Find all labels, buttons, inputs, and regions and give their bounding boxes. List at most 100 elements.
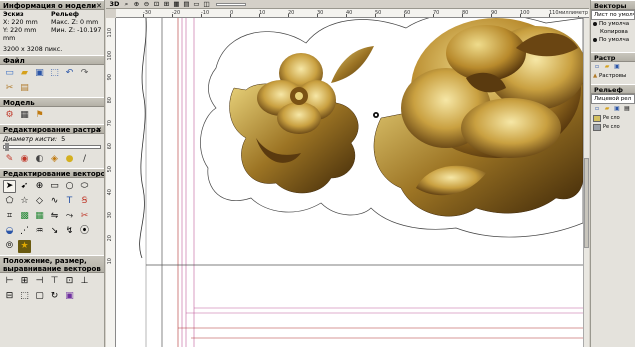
- polyline-icon[interactable]: ◇: [33, 195, 46, 208]
- raster-edit-header[interactable]: Редактирование растра ✕: [0, 124, 104, 134]
- line-icon[interactable]: /: [78, 153, 91, 166]
- ellipse-icon[interactable]: ⬭: [78, 180, 91, 193]
- new-relief-icon[interactable]: ▫: [593, 105, 601, 113]
- offset-icon[interactable]: ▦: [33, 210, 46, 223]
- distribute-icon[interactable]: ⊟: [3, 290, 16, 303]
- group-icon[interactable]: ⬚: [18, 290, 31, 303]
- drawing-canvas[interactable]: [116, 18, 583, 347]
- open-layer-icon[interactable]: ▰: [603, 63, 611, 71]
- model-info-header[interactable]: Информация о модели ✕: [0, 0, 104, 10]
- file-header[interactable]: Файл: [0, 55, 104, 65]
- view-3d-button[interactable]: 3D: [108, 0, 121, 8]
- vector-layer-item[interactable]: По умолча: [591, 36, 635, 44]
- paste-icon[interactable]: ▤: [18, 82, 31, 95]
- brush-size-slider[interactable]: [3, 143, 101, 151]
- save-layer-icon[interactable]: ▣: [613, 63, 621, 71]
- model-header[interactable]: Модель: [0, 97, 104, 107]
- fill-icon[interactable]: ◉: [18, 153, 31, 166]
- circle-icon[interactable]: ○: [63, 180, 76, 193]
- node-edit-icon[interactable]: ➹: [18, 180, 31, 193]
- zoom-fit-icon[interactable]: ⌕: [122, 0, 131, 8]
- align-left-icon[interactable]: ⊢: [3, 275, 16, 288]
- measure-icon[interactable]: ↘: [48, 225, 61, 238]
- model-wizard-icon[interactable]: ⚑: [33, 109, 46, 122]
- relief-sublayer[interactable]: Ре сло: [591, 114, 635, 123]
- undo-icon[interactable]: ↶: [63, 67, 76, 80]
- align-right-icon[interactable]: ⊣: [33, 275, 46, 288]
- brush-icon[interactable]: ✎: [3, 153, 16, 166]
- vector-layer-item[interactable]: Копирова: [591, 28, 635, 36]
- model-size-icon[interactable]: ▦: [18, 109, 31, 122]
- relief-layer-item[interactable]: Лицевой рел: [591, 94, 635, 104]
- select-arrow-icon[interactable]: ➤: [3, 180, 16, 193]
- relief-sublayer[interactable]: Ре сло: [591, 123, 635, 132]
- align-middle-icon[interactable]: ⊡: [63, 275, 76, 288]
- text-icon[interactable]: T: [63, 195, 76, 208]
- pick-color-icon[interactable]: ◈: [48, 153, 61, 166]
- visibility-icon[interactable]: ◫: [202, 0, 211, 8]
- shape-icon[interactable]: ♒: [33, 225, 46, 238]
- zoom-out-icon[interactable]: ⊖: [142, 0, 151, 8]
- zoom-in-icon[interactable]: ⊕: [132, 0, 141, 8]
- align-center-icon[interactable]: ⊞: [18, 275, 31, 288]
- zoom-all-icon[interactable]: ⊞: [162, 0, 171, 8]
- open-folder-icon[interactable]: ▰: [18, 67, 31, 80]
- vertical-scrollbar[interactable]: [583, 18, 589, 347]
- relief-header[interactable]: Рельеф: [591, 84, 635, 94]
- vector-edit-header[interactable]: Редактирование векторов: [0, 168, 104, 178]
- vector-sheet-item[interactable]: Лист по умолч: [591, 10, 635, 20]
- bezier-icon[interactable]: ∿: [48, 195, 61, 208]
- view-settings-icon[interactable]: ▤: [182, 0, 191, 8]
- import-icon[interactable]: ⬚: [48, 67, 61, 80]
- layer-visible-icon[interactable]: [593, 37, 597, 42]
- weld-icon[interactable]: ▩: [18, 210, 31, 223]
- new-file-icon[interactable]: ▭: [3, 67, 16, 80]
- close-icon[interactable]: ✕: [96, 1, 102, 9]
- align-bottom-icon[interactable]: ⊥: [78, 275, 91, 288]
- raster-layer-item[interactable]: ▲ Растровы: [591, 72, 635, 80]
- cut-icon[interactable]: ✂: [3, 82, 16, 95]
- vectors-header[interactable]: Векторы: [591, 0, 635, 10]
- layer-visible-icon[interactable]: [593, 21, 597, 26]
- redo-icon[interactable]: ↷: [78, 67, 91, 80]
- align-top-icon[interactable]: ⊤: [48, 275, 61, 288]
- node-icon[interactable]: ⦾: [3, 240, 16, 253]
- rectangle-icon[interactable]: ▭: [48, 180, 61, 193]
- new-layer-icon[interactable]: ▫: [593, 63, 601, 71]
- color-icon[interactable]: ●: [63, 153, 76, 166]
- join-icon[interactable]: ⤳: [63, 210, 76, 223]
- save-relief-icon[interactable]: ▣: [613, 105, 621, 113]
- raster-header[interactable]: Растр: [591, 52, 635, 62]
- grid-icon[interactable]: ▦: [172, 0, 181, 8]
- array-icon[interactable]: ⋰: [18, 225, 31, 238]
- scale-icon[interactable]: ▣: [63, 290, 76, 303]
- model-settings-icon[interactable]: ⚙: [3, 109, 16, 122]
- vector-layer-item[interactable]: По умолча: [591, 20, 635, 28]
- rotate-icon[interactable]: ↻: [48, 290, 61, 303]
- frame-icon[interactable]: ▭: [192, 0, 201, 8]
- eraser-icon[interactable]: ◐: [33, 153, 46, 166]
- star-icon[interactable]: ☆: [18, 195, 31, 208]
- smooth-icon[interactable]: ◒: [3, 225, 16, 238]
- relief-options-icon[interactable]: ▤: [623, 105, 631, 113]
- align-header[interactable]: Положение, размер, выравнивание векторов: [0, 255, 104, 273]
- zoom-rect-icon[interactable]: ⊡: [152, 0, 161, 8]
- open-relief-icon[interactable]: ▰: [603, 105, 611, 113]
- wizard-star-icon[interactable]: ★: [18, 240, 31, 253]
- scrollbar-thumb[interactable]: [584, 158, 589, 248]
- zoom-slider[interactable]: [216, 2, 246, 6]
- ungroup-icon[interactable]: ▢: [33, 290, 46, 303]
- save-icon[interactable]: ▣: [33, 67, 46, 80]
- ruler-tick-label: 80: [107, 97, 113, 104]
- mirror-icon[interactable]: ⇋: [48, 210, 61, 223]
- cut-vector-icon[interactable]: ✂: [78, 210, 91, 223]
- close-icon[interactable]: ✕: [96, 125, 102, 133]
- distort-icon[interactable]: ↯: [63, 225, 76, 238]
- slider-knob[interactable]: [5, 143, 9, 151]
- trim-icon[interactable]: ⌗: [3, 210, 16, 223]
- text-path-icon[interactable]: Ꞩ: [78, 195, 91, 208]
- zoom-icon[interactable]: ⦿: [78, 225, 91, 238]
- transform-icon[interactable]: ⊕: [33, 180, 46, 193]
- ruler-tick-label: -10: [201, 10, 210, 16]
- polygon-icon[interactable]: ⬠: [3, 195, 16, 208]
